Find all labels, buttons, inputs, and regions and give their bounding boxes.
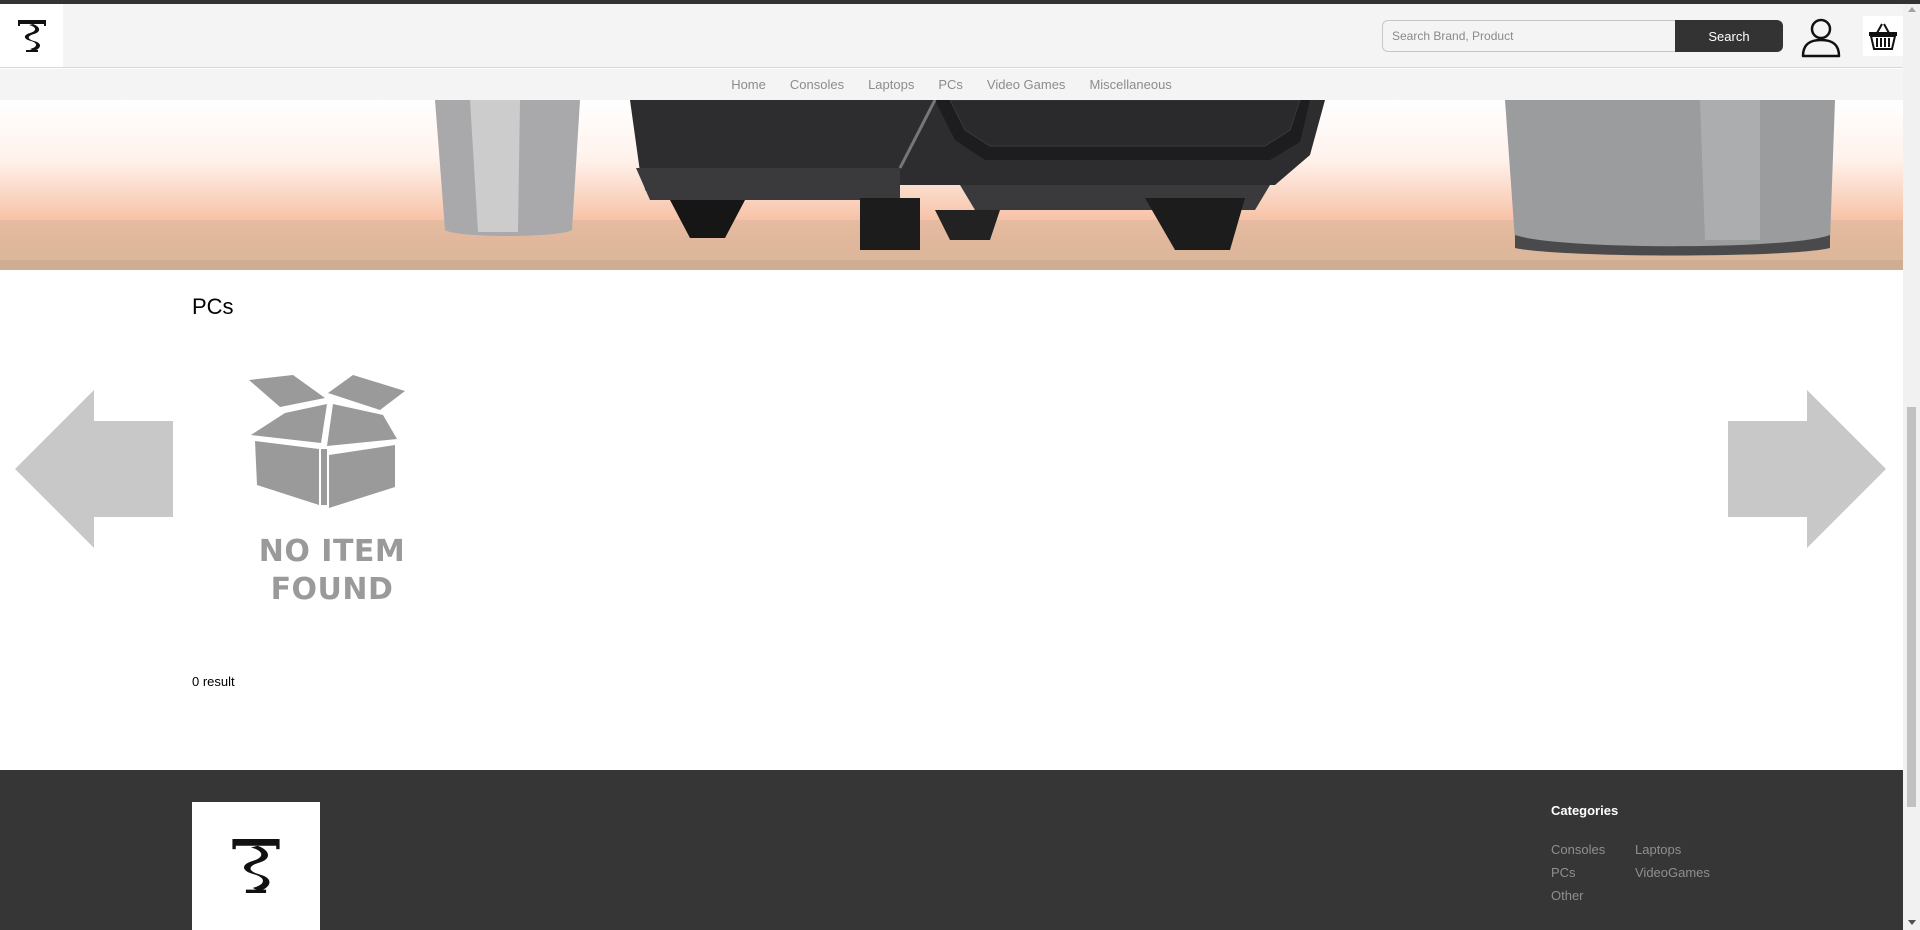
scroll-up-arrow-icon[interactable] [1908, 7, 1916, 12]
cart-button[interactable] [1863, 16, 1903, 56]
page-scrollbar[interactable] [1903, 4, 1920, 930]
nav-item-home[interactable]: Home [719, 77, 778, 92]
footer-link-other[interactable]: Other [1551, 888, 1635, 904]
search-input[interactable] [1382, 20, 1675, 52]
empty-state-line-1: NO ITEM [258, 534, 406, 569]
footer-link-pcs[interactable]: PCs [1551, 865, 1635, 881]
site-header: Search [0, 4, 1903, 68]
scroll-down-arrow-icon[interactable] [1908, 920, 1916, 925]
nav-item-consoles[interactable]: Consoles [778, 77, 856, 92]
footer-link-laptops[interactable]: Laptops [1635, 842, 1735, 858]
arrow-left-icon [15, 390, 173, 548]
prev-page-button[interactable] [15, 390, 173, 553]
user-icon [1801, 18, 1841, 58]
site-logo[interactable] [0, 4, 63, 67]
page-title: PCs [192, 294, 234, 319]
search-bar: Search [1382, 20, 1783, 52]
empty-state-text: NO ITEM FOUND [245, 533, 419, 609]
nav-item-miscellaneous[interactable]: Miscellaneous [1077, 77, 1183, 92]
main-nav: Home Consoles Laptops PCs Video Games Mi… [0, 69, 1903, 100]
next-page-button[interactable] [1728, 390, 1886, 553]
search-button[interactable]: Search [1675, 20, 1783, 52]
footer-categories-title: Categories [1551, 803, 1619, 818]
hero-banner-image [0, 100, 1903, 270]
footer-logo[interactable] [192, 802, 320, 930]
site-footer: Categories Consoles Laptops PCs VideoGam… [0, 770, 1903, 930]
result-count: 0 result [192, 674, 235, 689]
footer-link-consoles[interactable]: Consoles [1551, 842, 1635, 858]
t-logo-icon [232, 839, 280, 893]
nav-item-laptops[interactable]: Laptops [856, 77, 926, 92]
account-button[interactable] [1798, 14, 1844, 60]
basket-icon [1869, 23, 1897, 50]
open-box-icon [249, 375, 405, 508]
empty-state-line-2: FOUND [270, 572, 394, 607]
nav-item-pcs[interactable]: PCs [926, 77, 975, 92]
footer-category-links: Consoles Laptops PCs VideoGames Other [1551, 842, 1735, 904]
empty-state: NO ITEM FOUND [245, 375, 415, 615]
scrollbar-thumb[interactable] [1907, 407, 1916, 807]
footer-link-videogames[interactable]: VideoGames [1635, 865, 1735, 881]
arrow-right-icon [1728, 390, 1886, 548]
nav-item-video-games[interactable]: Video Games [975, 77, 1078, 92]
t-logo-icon [17, 19, 46, 52]
